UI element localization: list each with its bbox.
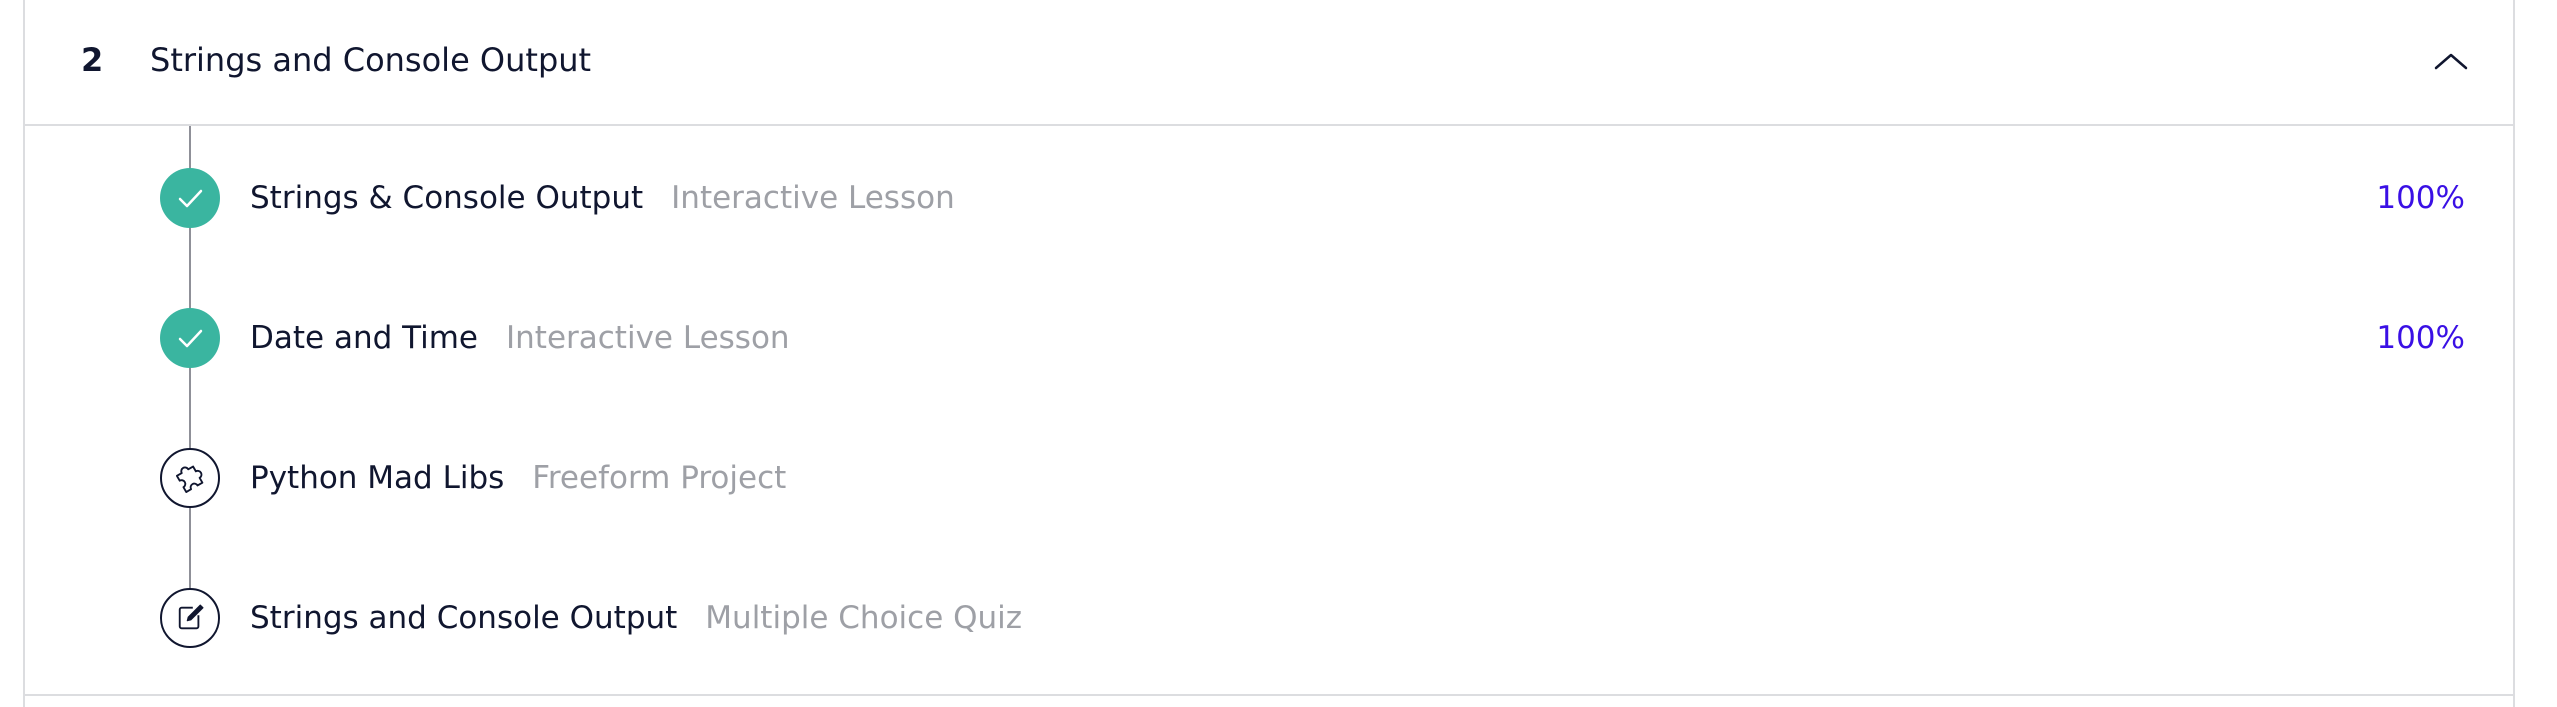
lesson-name[interactable]: Date and Time <box>250 320 478 356</box>
lesson-row[interactable]: Strings and Console Output Multiple Choic… <box>25 546 2513 686</box>
lesson-text: Python Mad Libs Freeform Project <box>250 458 786 498</box>
lesson-type: Freeform Project <box>532 460 787 496</box>
chevron-up-icon[interactable] <box>2433 50 2469 72</box>
lesson-progress: 100% <box>2376 180 2465 216</box>
lesson-type: Interactive Lesson <box>506 320 790 356</box>
lesson-text: Strings and Console Output Multiple Choic… <box>250 598 1022 638</box>
lesson-progress: 100% <box>2376 320 2465 356</box>
lesson-type: Multiple Choice Quiz <box>705 600 1023 636</box>
checkmark-icon <box>160 308 220 368</box>
puzzle-piece-icon <box>160 448 220 508</box>
module-number: 2 <box>81 41 104 79</box>
lesson-name[interactable]: Strings & Console Output <box>250 180 643 216</box>
module-panel: 2 Strings and Console Output Strings & C… <box>23 0 2515 707</box>
lesson-name[interactable]: Python Mad Libs <box>250 460 504 496</box>
lesson-text: Strings & Console Output Interactive Less… <box>250 178 955 218</box>
checkmark-icon <box>160 168 220 228</box>
module-header[interactable]: 2 Strings and Console Output <box>25 0 2513 126</box>
lesson-name[interactable]: Strings and Console Output <box>250 600 677 636</box>
module-title: Strings and Console Output <box>150 41 592 79</box>
lesson-row[interactable]: Date and Time Interactive Lesson 100% <box>25 266 2513 406</box>
lesson-text: Date and Time Interactive Lesson <box>250 318 790 358</box>
lesson-row[interactable]: Strings & Console Output Interactive Less… <box>25 126 2513 266</box>
lesson-type: Interactive Lesson <box>671 180 955 216</box>
divider <box>25 694 2513 696</box>
lesson-row[interactable]: Python Mad Libs Freeform Project <box>25 406 2513 546</box>
quiz-pencil-icon <box>160 588 220 648</box>
